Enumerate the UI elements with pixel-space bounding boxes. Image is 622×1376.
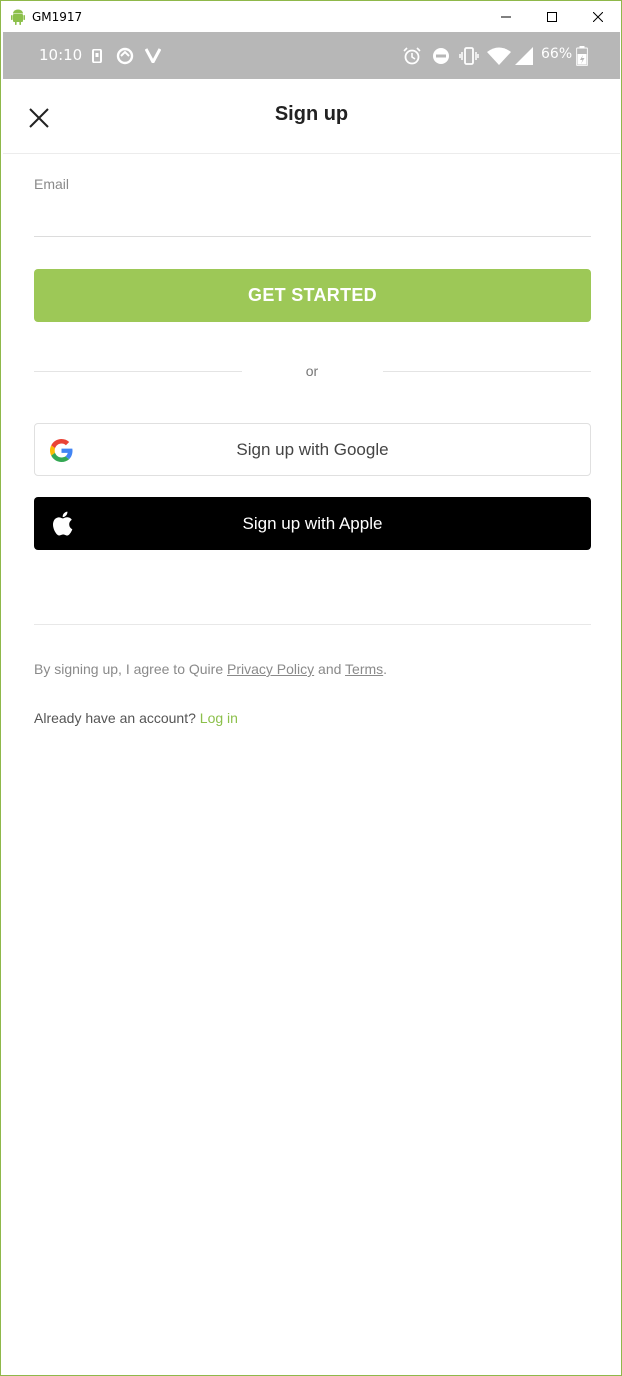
page-title: Sign up: [274, 103, 349, 125]
terms-and: and: [314, 661, 346, 677]
window-titlebar: GM1917: [1, 1, 621, 32]
vpn-v-icon: [145, 48, 161, 63]
terms-prefix: By signing up, I agree to Quire: [34, 661, 227, 677]
window-title: GM1917: [32, 9, 83, 24]
battery-percent: 66%: [541, 46, 573, 62]
app-header: Sign up: [3, 79, 620, 154]
terms-link[interactable]: Terms: [345, 661, 383, 677]
alarm-icon: [403, 47, 421, 65]
minimize-button[interactable]: [483, 1, 529, 32]
minimize-icon: [501, 16, 511, 17]
login-prompt: Already have an account? Log in: [34, 710, 238, 726]
email-label: Email: [34, 176, 70, 192]
get-started-label: GET STARTED: [248, 285, 377, 305]
apple-icon: [53, 511, 73, 536]
close-window-button[interactable]: [575, 1, 621, 32]
battery-charging-icon: [576, 46, 588, 66]
google-signup-button[interactable]: Sign up with Google: [34, 423, 591, 476]
terms-suffix: .: [383, 661, 388, 677]
privacy-policy-link[interactable]: Privacy Policy: [227, 661, 314, 677]
cellular-signal-icon: [515, 47, 533, 65]
login-link[interactable]: Log in: [200, 710, 238, 726]
maximize-icon: [547, 11, 557, 22]
do-not-disturb-icon: [433, 48, 449, 64]
emulator-window: GM1917 10:10 66% Sign up Email GET START…: [0, 0, 622, 1376]
google-icon: [50, 439, 73, 462]
get-started-button[interactable]: GET STARTED: [34, 269, 591, 322]
apple-signup-button[interactable]: Sign up with Apple: [34, 497, 591, 550]
apple-signup-label: Sign up with Apple: [242, 513, 383, 533]
phone-icon: [92, 49, 102, 63]
window-controls: [483, 1, 621, 32]
footer-divider: [34, 624, 591, 625]
data-saver-icon: [116, 47, 134, 65]
status-time: 10:10: [39, 46, 83, 64]
wifi-icon: [487, 47, 511, 65]
maximize-button[interactable]: [529, 1, 575, 32]
google-signup-label: Sign up with Google: [236, 439, 389, 459]
terms-notice: By signing up, I agree to Quire Privacy …: [34, 661, 387, 677]
login-prefix: Already have an account?: [34, 710, 200, 726]
email-field[interactable]: [34, 199, 591, 237]
vibrate-icon: [459, 47, 479, 65]
android-icon: [11, 9, 25, 25]
divider-right: [383, 371, 591, 372]
close-window-icon: [593, 11, 603, 22]
status-bar: 10:10 66%: [3, 32, 620, 79]
